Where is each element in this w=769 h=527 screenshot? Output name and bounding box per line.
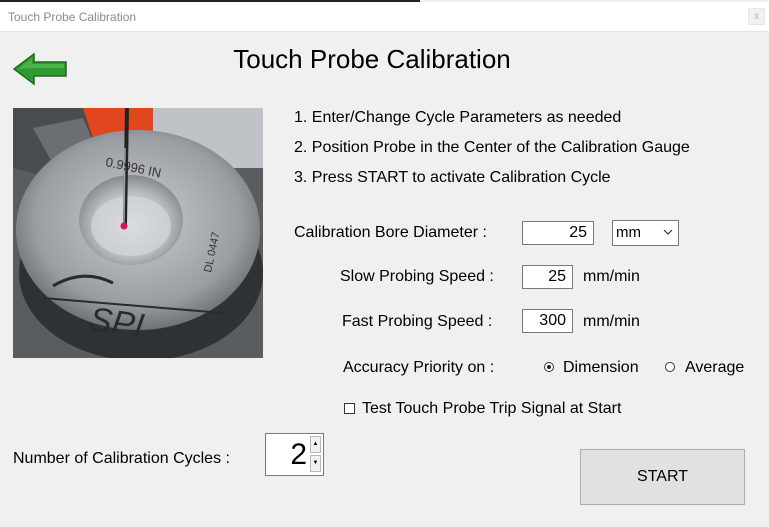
slow-speed-input[interactable]: 25 [522, 265, 573, 289]
instruction-step: 3. Press START to activate Calibration C… [294, 169, 611, 186]
radio-dimension[interactable] [544, 362, 554, 372]
page-title: Touch Probe Calibration [233, 44, 511, 74]
bore-diameter-label: Calibration Bore Diameter : [294, 224, 487, 241]
fast-speed-label: Fast Probing Speed : [342, 313, 493, 330]
unit-select-value: mm [616, 224, 641, 241]
radio-dimension-label[interactable]: Dimension [563, 359, 639, 377]
cycles-stepper[interactable]: 2 ▲ ▼ [265, 433, 324, 476]
spin-up-icon[interactable]: ▲ [310, 436, 321, 453]
calibration-gauge-image: 0.9996 IN DL 0447 SPI [13, 108, 263, 358]
close-icon[interactable]: x [748, 8, 765, 25]
slow-speed-label: Slow Probing Speed : [340, 268, 494, 285]
cycles-value[interactable]: 2 [290, 438, 307, 472]
instruction-list: 1. Enter/Change Cycle Parameters as need… [294, 109, 690, 199]
spin-down-icon[interactable]: ▼ [310, 455, 321, 472]
slow-speed-unit: mm/min [583, 268, 640, 285]
trip-signal-checkbox[interactable] [344, 403, 355, 414]
fast-speed-input[interactable]: 300 [522, 309, 573, 333]
unit-select[interactable]: mm [612, 220, 679, 246]
gauge-logo-text: SPI [87, 300, 147, 345]
accuracy-priority-label: Accuracy Priority on : [343, 359, 495, 376]
instruction-step: 1. Enter/Change Cycle Parameters as need… [294, 109, 622, 126]
bore-diameter-input[interactable]: 25 [522, 221, 594, 245]
window-title: Touch Probe Calibration [8, 10, 137, 24]
title-bar: Touch Probe Calibration x [0, 2, 769, 32]
start-button[interactable]: START [580, 449, 745, 505]
radio-average-label[interactable]: Average [685, 359, 744, 377]
chevron-down-icon [663, 229, 673, 235]
radio-average[interactable] [665, 362, 675, 372]
trip-signal-label[interactable]: Test Touch Probe Trip Signal at Start [362, 400, 621, 418]
cycles-label: Number of Calibration Cycles : [13, 450, 230, 467]
instruction-step: 2. Position Probe in the Center of the C… [294, 139, 690, 156]
fast-speed-unit: mm/min [583, 313, 640, 330]
